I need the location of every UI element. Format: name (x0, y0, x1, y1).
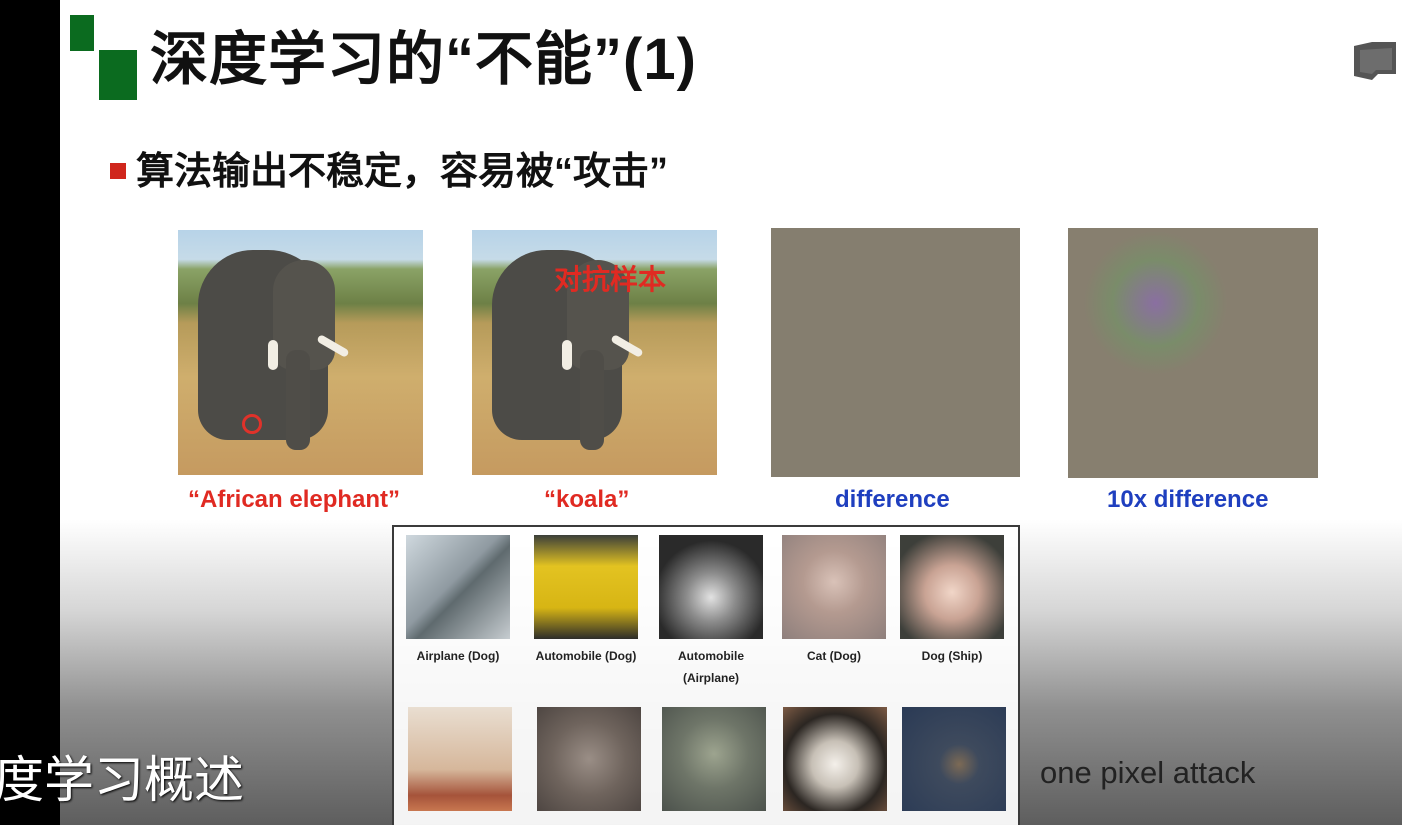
thumb-cat (782, 535, 886, 639)
image-10x-difference (1068, 228, 1318, 478)
one-pixel-attack-grid: Airplane (Dog) Automobile (Dog) Automobi… (392, 525, 1020, 825)
thumb-animal (537, 707, 641, 811)
grid-item: Airplane (Dog) (406, 535, 510, 667)
thumb-automobile-bw (659, 535, 763, 639)
caption-african-elephant: “African elephant” (188, 486, 401, 513)
bullet-square-icon (110, 162, 126, 179)
caption-koala: “koala” (544, 486, 630, 513)
grid-item: Dog (Ship) (900, 535, 1004, 667)
thumb-airplane (406, 535, 510, 639)
thumb-deer (408, 707, 512, 811)
caption-difference: difference (835, 486, 950, 513)
image-difference (771, 228, 1020, 477)
caption-10x-difference: 10x difference (1107, 486, 1269, 513)
grid-item (902, 707, 1006, 811)
thumb-automobile-yellow (534, 535, 638, 639)
grid-item (537, 707, 641, 811)
image-adversarial-koala: 对抗样本 (472, 230, 717, 475)
slide-title: 深度学习的“不能”(1) (150, 27, 697, 92)
thumb-label: Dog (Ship) (921, 649, 983, 663)
video-frame: 深度学习的“不能”(1) 算法输出不稳定，容易被“攻击” 对抗样本 “Afric… (0, 0, 1402, 825)
elephant-tusk-shape (562, 340, 572, 370)
elephant-trunk-shape (580, 350, 604, 450)
image-african-elephant (178, 230, 423, 475)
grid-item (662, 707, 766, 811)
thumb-label: Airplane (Dog) (416, 649, 500, 663)
grid-item: Cat (Dog) (782, 535, 886, 667)
elephant-tusk-shape (268, 340, 278, 370)
grid-item (783, 707, 887, 811)
bullet-point: 算法输出不稳定，容易被“攻击” (110, 140, 668, 195)
grid-item: Automobile (Dog) (534, 535, 638, 667)
thumb-label: Automobile (Airplane) (678, 649, 744, 685)
thumb-frog (662, 707, 766, 811)
thumb-dog-chihuahua (783, 707, 887, 811)
bullet-text: 算法输出不稳定，容易被“攻击” (136, 151, 669, 193)
red-circle-marker (242, 414, 262, 434)
grid-item (408, 707, 512, 811)
book-icon[interactable] (1352, 40, 1398, 82)
logo-square-large (99, 50, 137, 100)
adversarial-sample-label: 对抗样本 (554, 264, 667, 295)
one-pixel-attack-label: one pixel attack (1040, 755, 1256, 790)
grid-item: Automobile (Airplane) (659, 535, 763, 689)
thumb-bird (902, 707, 1006, 811)
logo-square-small (70, 15, 94, 51)
thumb-label: Automobile (Dog) (535, 649, 637, 663)
thumb-label: Cat (Dog) (807, 649, 861, 663)
thumb-dog (900, 535, 1004, 639)
video-subtitle: 度学习概述 (0, 751, 244, 809)
slide: 深度学习的“不能”(1) 算法输出不稳定，容易被“攻击” 对抗样本 “Afric… (60, 0, 1402, 825)
elephant-trunk-shape (286, 350, 310, 450)
left-black-bar (0, 0, 60, 825)
